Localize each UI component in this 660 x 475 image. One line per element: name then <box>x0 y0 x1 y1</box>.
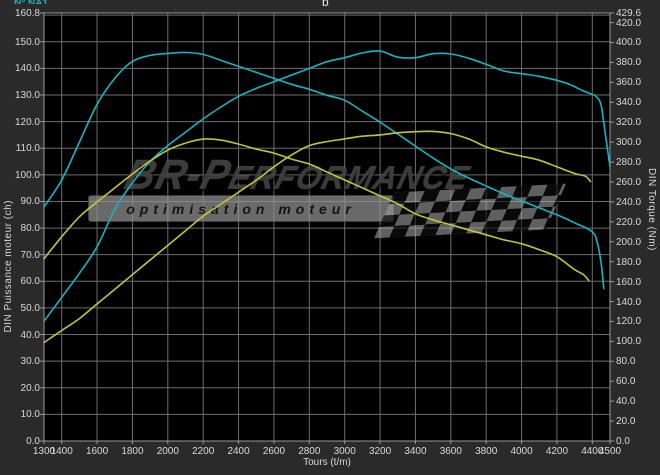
x-tick-label: 4200 <box>545 446 569 457</box>
x-tick-label: 3600 <box>439 446 462 457</box>
y-right-tick-label: 180.0 <box>616 256 642 268</box>
clipped-text-fragment-center: p <box>322 0 342 6</box>
x-tick-label: 1600 <box>85 446 109 457</box>
y-right-tick-label: 20.0 <box>616 416 636 428</box>
y-right-tick-label: 280.0 <box>616 157 642 169</box>
x-tick-label: 3200 <box>368 446 392 457</box>
x-tick-label: 3800 <box>475 446 498 457</box>
x-tick-label: 1400 <box>50 446 73 457</box>
x-tick-label: 4500 <box>598 446 622 457</box>
y-left-tick-label: 10.0 <box>20 409 40 421</box>
x-tick-label: 2400 <box>227 446 250 457</box>
y-right-tick-label: 0.0 <box>616 436 630 447</box>
x-tick-label: 2000 <box>156 446 179 457</box>
y-right-tick-label: 420.0 <box>616 17 642 29</box>
y-right-tick-label: 40.0 <box>616 396 636 408</box>
y-right-tick-label: 300.0 <box>616 137 642 149</box>
x-tick-label: 4000 <box>510 446 533 457</box>
x-tick-label: 2800 <box>298 446 321 457</box>
x-axis-title: Tours (t/m) <box>303 457 351 468</box>
y-left-tick-label: 30.0 <box>20 356 40 368</box>
y-right-tick-label: 160.0 <box>616 276 642 288</box>
y-left-tick-label: 120.0 <box>14 116 40 128</box>
y-left-axis-title: DIN Puissance moteur (ch) <box>3 200 14 333</box>
y-left-tick-label: 140.0 <box>14 63 40 75</box>
x-tick-label: 2200 <box>192 446 215 457</box>
y-right-tick-label: 140.0 <box>616 296 642 308</box>
y-left-tick-label: 130.0 <box>14 89 40 101</box>
y-right-tick-label: 60.0 <box>616 376 636 388</box>
y-right-tick-label: 100.0 <box>616 336 642 348</box>
y-right-axis-title: DIN Torque (Nm) <box>646 168 657 251</box>
y-right-tick-label: 120.0 <box>616 316 642 328</box>
y-right-tick-label: 380.0 <box>616 57 642 69</box>
axis-ticks: 160.8 150.0 140.0 130.0 120.0 110.0 100.0 90.0 8… <box>0 0 660 475</box>
y-left-tick-label: 160.8 <box>14 8 40 19</box>
dyno-chart: BR-PERFORMANCE optimisation moteur 160.8… <box>0 0 660 475</box>
y-left-tick-label: 20.0 <box>20 382 40 394</box>
y-left-tick-label: 100.0 <box>14 169 40 181</box>
x-tick-label: 2600 <box>262 446 286 457</box>
y-right-tick-label: 340.0 <box>616 97 642 109</box>
x-tick-label: 1800 <box>121 446 144 457</box>
x-tick-label: 3400 <box>404 446 427 457</box>
y-right-tick-label: 320.0 <box>616 117 642 129</box>
y-left-tick-label: 110.0 <box>15 143 40 155</box>
y-right-tick-label: 360.0 <box>616 77 642 89</box>
y-right-tick-label: 400.0 <box>616 37 642 49</box>
y-left-tick-label: 150.0 <box>14 36 40 48</box>
clipped-text-fragment-left: N° NA1 <box>14 0 94 4</box>
x-tick-label: 3000 <box>333 446 356 457</box>
y-right-tick-label: 80.0 <box>616 356 636 368</box>
